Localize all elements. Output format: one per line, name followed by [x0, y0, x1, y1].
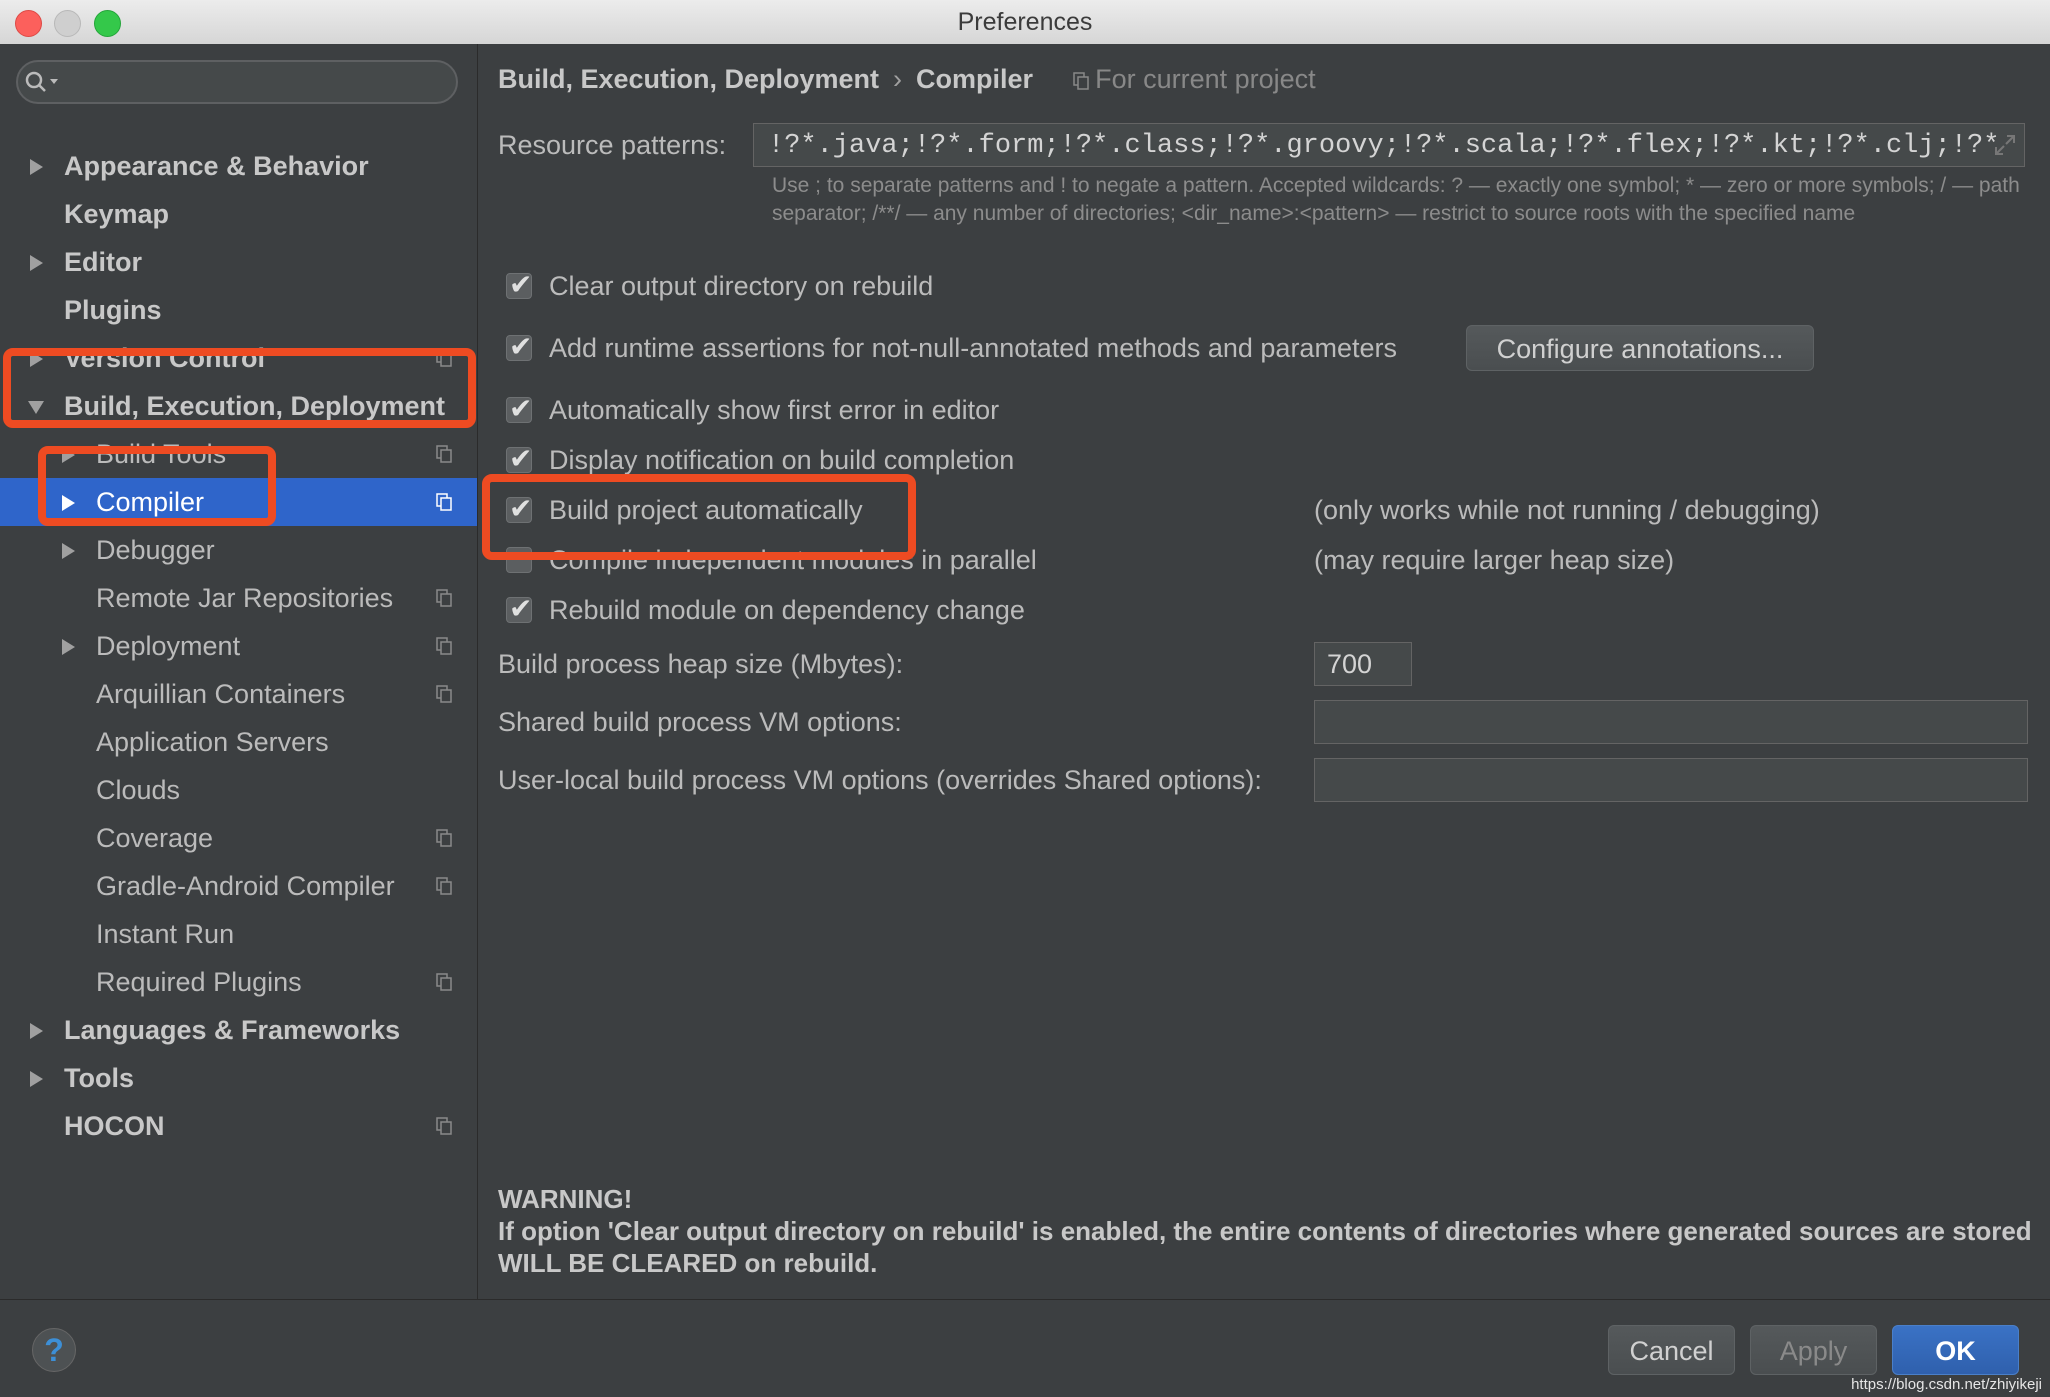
sidebar-item-deployment[interactable]: Deployment	[0, 622, 477, 670]
project-scope-icon	[436, 877, 452, 895]
project-scope-icon	[436, 973, 452, 991]
chevron-right-icon	[62, 495, 75, 511]
checkmark-icon: ✔	[509, 443, 533, 474]
checkbox[interactable]: ✔	[506, 493, 532, 524]
window-title: Preferences	[957, 8, 1093, 36]
checkmark-icon: ✔	[509, 593, 533, 624]
sidebar-item-editor[interactable]: Editor	[0, 238, 477, 286]
sidebar-item-arquillian-containers[interactable]: Arquillian Containers	[0, 670, 477, 718]
breadcrumb-separator: ›	[893, 64, 903, 94]
sidebar-item-hocon[interactable]: HOCON	[0, 1102, 477, 1150]
sidebar-item-languages-frameworks[interactable]: Languages & Frameworks	[0, 1006, 477, 1054]
sidebar-item-tools[interactable]: Tools	[0, 1054, 477, 1102]
project-scope-icon	[436, 685, 452, 703]
project-scope-icon	[436, 637, 452, 655]
sidebar-item-keymap[interactable]: Keymap	[0, 190, 477, 238]
breadcrumb-parent[interactable]: Build, Execution, Deployment	[498, 64, 879, 94]
chevron-right-icon	[30, 351, 43, 367]
checkmark-icon: ✔	[509, 269, 533, 300]
warning-message: WARNING! If option 'Clear output directo…	[498, 1183, 2038, 1279]
chevron-right-icon	[62, 543, 75, 559]
project-scope-icon	[436, 589, 452, 607]
checkbox[interactable]	[506, 547, 532, 573]
project-scope-icon	[436, 829, 452, 847]
breadcrumb: Build, Execution, Deployment › Compiler For…	[498, 64, 1316, 95]
shared-vm-options-input[interactable]	[1314, 700, 2028, 744]
user-vm-options-label: User-local build process VM options (ove…	[498, 765, 1262, 795]
checkmark-icon: ✔	[509, 331, 533, 362]
sidebar-item-clouds[interactable]: Clouds	[0, 766, 477, 814]
compiler-settings-panel: Build, Execution, Deployment › Compiler For…	[478, 44, 2050, 1299]
heap-size-input[interactable]: 700	[1314, 642, 1412, 686]
sidebar-item-gradle-android-compiler[interactable]: Gradle-Android Compiler	[0, 862, 477, 910]
heap-size-label: Build process heap size (Mbytes):	[498, 649, 904, 679]
user-vm-options-input[interactable]	[1314, 758, 2028, 802]
sidebar-item-plugins[interactable]: Plugins	[0, 286, 477, 334]
search-icon	[25, 71, 58, 92]
sidebar-item-version-control[interactable]: Version Control	[0, 334, 477, 382]
sidebar-item-compiler[interactable]: Compiler	[0, 478, 477, 526]
ok-button[interactable]: OK	[1892, 1325, 2019, 1375]
build-automatically-note: (only works while not running / debuggin…	[1314, 495, 1820, 525]
sidebar-item-coverage[interactable]: Coverage	[0, 814, 477, 862]
settings-sidebar: Appearance & Behavior Keymap Editor Plug…	[0, 44, 478, 1299]
expand-field-icon[interactable]	[1993, 133, 2017, 157]
sidebar-item-instant-run[interactable]: Instant Run	[0, 910, 477, 958]
scope-label: For current project	[1073, 64, 1316, 94]
title-bar: Preferences	[0, 0, 2050, 45]
sidebar-item-appearance-behavior[interactable]: Appearance & Behavior	[0, 142, 477, 190]
project-scope-icon	[436, 349, 452, 367]
project-scope-icon	[436, 1117, 452, 1135]
settings-search-input[interactable]	[16, 60, 458, 104]
checkbox[interactable]: ✔	[506, 393, 532, 424]
chevron-down-icon	[28, 401, 44, 414]
apply-button[interactable]: Apply	[1750, 1325, 1877, 1375]
checkbox[interactable]: ✔	[506, 593, 532, 624]
cancel-button[interactable]: Cancel	[1608, 1325, 1735, 1375]
breadcrumb-current: Compiler	[916, 64, 1034, 94]
sidebar-item-build-tools[interactable]: Build Tools	[0, 430, 477, 478]
chevron-right-icon	[30, 255, 43, 271]
checkbox[interactable]: ✔	[506, 443, 532, 474]
project-scope-icon	[436, 445, 452, 463]
project-scope-icon	[1073, 72, 1089, 90]
resource-patterns-label: Resource patterns:	[498, 130, 727, 160]
warning-title: WARNING!	[498, 1184, 633, 1214]
watermark-text: https://blog.csdn.net/zhiyikeji	[1851, 1376, 2042, 1393]
project-scope-icon	[436, 493, 452, 511]
sidebar-item-debugger[interactable]: Debugger	[0, 526, 477, 574]
checkmark-icon: ✔	[509, 393, 533, 424]
chevron-right-icon	[30, 159, 43, 175]
dialog-footer: ? Cancel Apply OK https://blog.csdn.net/…	[0, 1299, 2050, 1397]
chevron-right-icon	[62, 639, 75, 655]
shared-vm-options-label: Shared build process VM options:	[498, 707, 902, 737]
chevron-right-icon	[30, 1071, 43, 1087]
sidebar-item-build-execution-deployment[interactable]: Build, Execution, Deployment	[0, 382, 477, 430]
resource-patterns-input[interactable]: !?*.java;!?*.form;!?*.class;!?*.groovy;!…	[753, 123, 2025, 167]
resource-patterns-hint: Use ; to separate patterns and ! to nega…	[772, 174, 2020, 225]
help-button[interactable]: ?	[32, 1328, 76, 1372]
configure-annotations-button[interactable]: Configure annotations...	[1466, 325, 1814, 371]
checkbox[interactable]: ✔	[506, 331, 532, 362]
sidebar-item-application-servers[interactable]: Application Servers	[0, 718, 477, 766]
chevron-right-icon	[30, 1023, 43, 1039]
chevron-right-icon	[62, 447, 75, 463]
parallel-compile-note: (may require larger heap size)	[1314, 545, 1675, 575]
checkbox[interactable]: ✔	[506, 269, 532, 300]
warning-text: If option 'Clear output directory on reb…	[498, 1216, 2032, 1278]
checkmark-icon: ✔	[509, 493, 533, 524]
sidebar-item-remote-jar-repositories[interactable]: Remote Jar Repositories	[0, 574, 477, 622]
sidebar-item-required-plugins[interactable]: Required Plugins	[0, 958, 477, 1006]
